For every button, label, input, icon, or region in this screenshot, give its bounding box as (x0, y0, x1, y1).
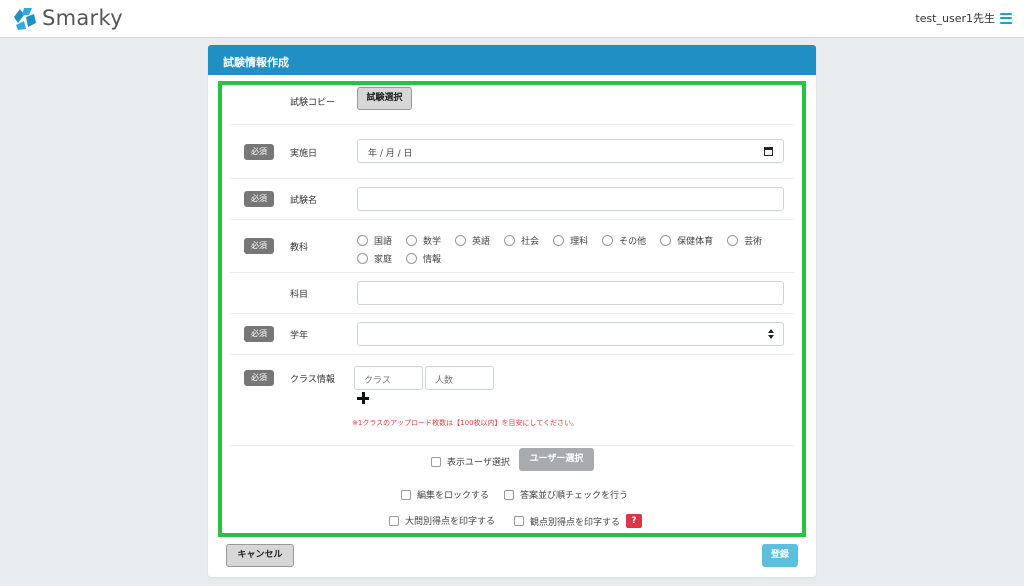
answer-order-checkbox[interactable] (504, 489, 514, 500)
print-viewpoint-scores-option: 観点別得点を印字する ? (514, 514, 643, 528)
display-user-option: 表示ユーザ選択 (431, 455, 510, 468)
date-input-value: 年 / 月 / 日 (368, 149, 413, 159)
print-question-scores-checkbox[interactable] (389, 515, 399, 526)
user-select-button[interactable]: ユーザー選択 (519, 448, 594, 471)
smarky-logo-icon (14, 8, 36, 30)
subject-radio-label: 社会 (521, 236, 540, 247)
exam-select-button[interactable]: 試験選択 (357, 87, 412, 110)
course-label: 科目 (290, 290, 309, 300)
class-input-placeholder: クラス (364, 376, 391, 386)
subject-radio-row: 家庭 情報 (357, 249, 797, 267)
user-name: test_user1先生 (915, 12, 995, 25)
grade-label: 学年 (290, 331, 309, 341)
lock-edit-option: 編集をロックする (401, 488, 489, 501)
radio-circle-icon[interactable] (357, 234, 368, 246)
radio-circle-icon[interactable] (504, 234, 516, 246)
user-menu[interactable]: test_user1先生 (915, 10, 1012, 26)
subject-radio-option[interactable]: 家庭 (357, 252, 392, 265)
subject-radio-option[interactable]: 芸術 (727, 234, 762, 247)
calendar-icon[interactable] (764, 147, 773, 156)
add-class-plus-icon[interactable] (357, 392, 369, 404)
subject-radio-label: 数学 (423, 236, 442, 247)
subject-radio-option[interactable]: 理科 (553, 234, 588, 247)
display-user-checkbox[interactable] (431, 456, 441, 467)
class-info-label: クラス情報 (290, 375, 335, 385)
upload-limit-note: ※1クラスのアップロード枚数は【100枚以内】を目安にしてください。 (352, 419, 579, 427)
lock-edit-label: 編集をロックする (417, 491, 490, 501)
subject-radio-option[interactable]: その他 (602, 234, 646, 247)
required-badge: 必須 (244, 238, 274, 254)
exam-name-input[interactable] (357, 187, 784, 211)
form-row-copy: 試験コピー 試験選択 (230, 85, 794, 125)
help-icon[interactable]: ? (626, 514, 643, 528)
cancel-button[interactable]: キャンセル (226, 544, 294, 567)
subject-radio-option[interactable]: 国語 (357, 234, 392, 247)
radio-circle-icon[interactable] (602, 234, 614, 246)
subject-radio-option[interactable]: 情報 (406, 252, 441, 265)
required-badge: 必須 (244, 191, 274, 207)
print-viewpoint-scores-checkbox[interactable] (514, 516, 524, 526)
radio-circle-icon[interactable] (553, 234, 565, 246)
radio-circle-icon[interactable] (660, 234, 672, 246)
subject-radio-option[interactable]: 英語 (455, 234, 490, 247)
class-input[interactable]: クラス (354, 366, 423, 390)
answer-order-option: 答案並び順チェックを行う (504, 488, 628, 501)
radio-circle-icon[interactable] (455, 234, 467, 246)
subject-radio-label: 情報 (423, 254, 442, 265)
radio-circle-icon[interactable] (406, 234, 418, 246)
form-row-grade: 必須 学年 (230, 315, 794, 355)
display-user-label: 表示ユーザ選択 (447, 458, 510, 468)
subject-radio-label: 国語 (374, 236, 393, 247)
subject-radio-label: その他 (619, 236, 647, 247)
form-row-exam-name: 必須 試験名 (230, 180, 794, 220)
date-input[interactable]: 年 / 月 / 日 (357, 139, 784, 163)
select-arrows-icon (768, 328, 775, 340)
hamburger-menu-icon[interactable] (1000, 12, 1012, 24)
count-input-placeholder: 人数 (435, 376, 454, 386)
form-row-subject: 必須 教科 国語 数学 英語 社会 理科 その他 保健体育 芸術 家庭 情報 (230, 221, 794, 273)
print-question-scores-option: 大問別得点を印字する (389, 514, 495, 527)
radio-circle-icon[interactable] (357, 252, 368, 264)
subject-radio-label: 英語 (472, 236, 491, 247)
date-label: 実施日 (290, 149, 318, 159)
brand-name: Smarky (42, 6, 123, 30)
subject-radio-option[interactable]: 数学 (406, 234, 441, 247)
print-question-scores-label: 大問別得点を印字する (405, 517, 496, 527)
top-navbar: Smarky test_user1先生 (0, 0, 1024, 38)
radio-circle-icon[interactable] (406, 252, 418, 264)
subject-radio-option[interactable]: 保健体育 (660, 234, 713, 247)
radio-circle-icon[interactable] (727, 234, 739, 246)
subject-radio-row: 国語 数学 英語 社会 理科 その他 保健体育 芸術 (357, 231, 797, 249)
subject-radio-label: 家庭 (374, 254, 393, 265)
subject-label: 教科 (290, 243, 309, 253)
required-badge: 必須 (244, 326, 274, 342)
required-badge: 必須 (244, 370, 274, 386)
form-row-class-info: 必須 クラス情報 クラス 人数 ※1クラスのアップロード枚数は【100枚以内】を… (230, 356, 794, 446)
count-input[interactable]: 人数 (425, 366, 494, 390)
exam-form: 試験コピー 試験選択 必須 実施日 年 / 月 / 日 必須 試験名 必須 教科 (218, 81, 806, 537)
brand-logo[interactable]: Smarky (10, 5, 123, 31)
subject-radio-label: 保健体育 (677, 236, 714, 247)
subject-radio-group: 国語 数学 英語 社会 理科 その他 保健体育 芸術 家庭 情報 (357, 231, 797, 267)
form-row-date: 必須 実施日 年 / 月 / 日 (230, 126, 794, 179)
subject-radio-label: 理科 (570, 236, 589, 247)
card-title: 試験情報作成 (208, 45, 816, 75)
exam-create-card: 試験情報作成 試験コピー 試験選択 必須 実施日 年 / 月 / 日 必須 試験… (208, 45, 816, 577)
form-row-course: 科目 (230, 274, 794, 314)
submit-button[interactable]: 登録 (762, 544, 798, 567)
required-badge: 必須 (244, 144, 274, 160)
course-input[interactable] (357, 281, 784, 305)
exam-name-label: 試験名 (290, 196, 318, 206)
subject-radio-label: 芸術 (744, 236, 763, 247)
copy-label: 試験コピー (290, 98, 336, 108)
grade-select[interactable] (357, 322, 784, 346)
print-viewpoint-scores-label: 観点別得点を印字する (530, 517, 621, 528)
subject-radio-option[interactable]: 社会 (504, 234, 539, 247)
lock-edit-checkbox[interactable] (401, 489, 411, 500)
answer-order-label: 答案並び順チェックを行う (520, 491, 629, 501)
